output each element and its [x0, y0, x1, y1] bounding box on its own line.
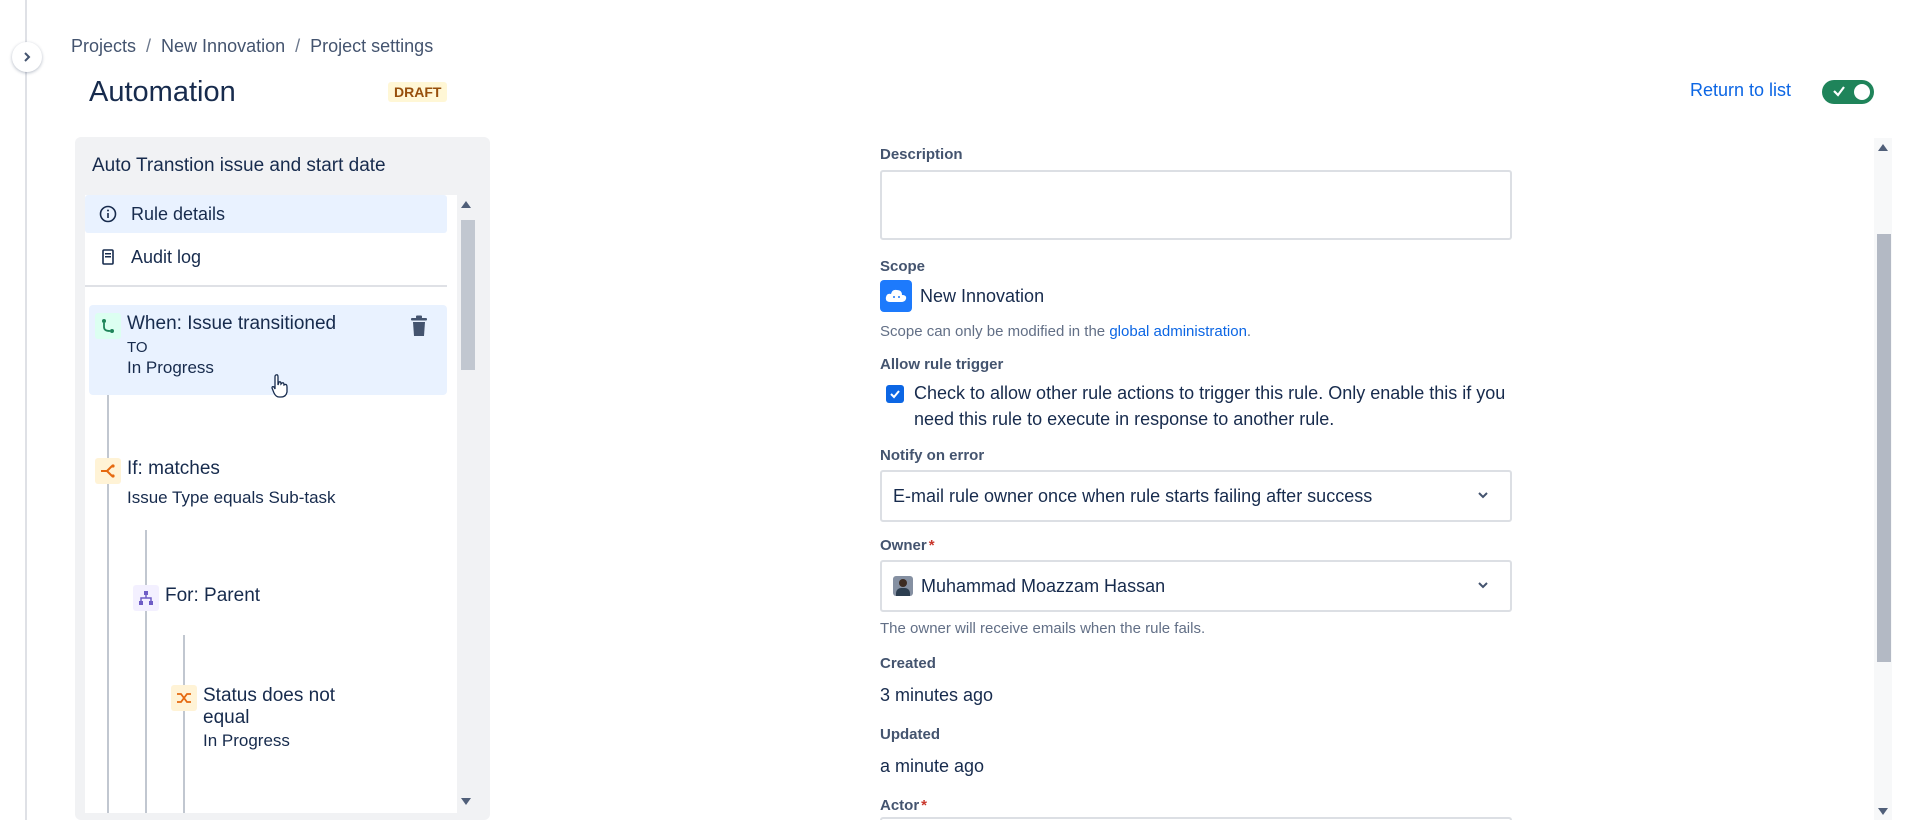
- breadcrumb: Projects / New Innovation / Project sett…: [71, 36, 433, 57]
- owner-label-text: Owner: [880, 537, 927, 554]
- panel-scrollbar[interactable]: [457, 195, 475, 813]
- owner-avatar: [893, 576, 913, 596]
- divider: [85, 285, 447, 287]
- toggle-knob: [1854, 84, 1870, 100]
- compare-step-title: Status does not equal: [203, 685, 336, 728]
- allow-trigger-text: Check to allow other rule actions to tri…: [914, 383, 1506, 429]
- scope-value-row: New Innovation: [880, 280, 1044, 312]
- allow-trigger-checkbox[interactable]: [886, 385, 904, 403]
- info-icon: [99, 205, 117, 223]
- compare-step[interactable]: Status does not equal In Progress: [203, 685, 383, 751]
- trigger-step-title: When: Issue transitioned: [127, 313, 337, 334]
- allow-trigger-row: Check to allow other rule actions to tri…: [886, 380, 1506, 432]
- draft-badge: DRAFT: [388, 82, 448, 102]
- required-indicator: *: [928, 537, 935, 554]
- trigger-icon: [95, 313, 121, 339]
- scope-value: New Innovation: [920, 285, 1045, 306]
- description-label: Description: [880, 146, 963, 163]
- rule-outline-panel: Auto Transtion issue and start date Rule…: [75, 137, 490, 820]
- nav-audit-log-label: Audit log: [131, 246, 202, 267]
- breadcrumb-separator: /: [146, 36, 152, 56]
- owner-value: Muhammad Moazzam Hassan: [921, 575, 1166, 596]
- scope-help-prefix: Scope can only be modified in the: [880, 323, 1106, 340]
- owner-select[interactable]: Muhammad Moazzam Hassan: [880, 560, 1512, 612]
- condition-step[interactable]: If: matches Issue Type equals Sub-task: [127, 458, 336, 508]
- rule-enabled-toggle[interactable]: [1822, 80, 1874, 104]
- compare-step-detail: In Progress: [203, 731, 290, 750]
- branch-step-title: For: Parent: [165, 585, 261, 606]
- trigger-step-status: In Progress: [127, 358, 214, 377]
- page-title: Automation: [89, 76, 236, 108]
- main-scrollbar[interactable]: [1874, 138, 1892, 820]
- description-field[interactable]: [880, 170, 1512, 240]
- scroll-up-arrow[interactable]: [461, 201, 471, 208]
- main-scroll-thumb[interactable]: [1877, 234, 1891, 662]
- scope-help-text: Scope can only be modified in the global…: [880, 323, 1251, 340]
- sidebar-rail: [25, 0, 27, 820]
- allow-trigger-label: Allow rule trigger: [880, 356, 1004, 373]
- breadcrumb-separator: /: [295, 36, 301, 56]
- nav-rule-details[interactable]: Rule details: [85, 195, 447, 233]
- scope-help-suffix: .: [1246, 323, 1252, 340]
- created-label: Created: [880, 655, 936, 672]
- check-icon: [890, 390, 900, 399]
- chevron-down-icon: [1478, 582, 1488, 589]
- mouse-pointer-icon: [271, 374, 288, 398]
- trigger-step[interactable]: When: Issue transitioned TO In Progress: [127, 313, 336, 378]
- scroll-down-arrow[interactable]: [461, 798, 471, 805]
- breadcrumb-project[interactable]: New Innovation: [161, 36, 285, 57]
- document-icon: [102, 249, 114, 265]
- required-indicator: *: [921, 797, 928, 814]
- actor-label: Actor *: [880, 797, 927, 814]
- panel-scroll-thumb[interactable]: [461, 220, 475, 370]
- actor-label-text: Actor: [880, 797, 920, 814]
- branch-step[interactable]: For: Parent: [165, 585, 260, 607]
- created-value: 3 minutes ago: [880, 685, 994, 705]
- trigger-step-to: TO: [127, 339, 148, 356]
- updated-value: a minute ago: [880, 756, 985, 776]
- nav-audit-log[interactable]: Audit log: [85, 238, 447, 276]
- breadcrumb-projects[interactable]: Projects: [71, 36, 136, 57]
- expand-sidebar-button[interactable]: [12, 42, 42, 72]
- flow-line: [145, 530, 147, 813]
- compare-icon: [171, 685, 197, 711]
- notify-on-error-value: E-mail rule owner once when rule starts …: [893, 485, 1373, 506]
- scroll-down-arrow[interactable]: [1878, 808, 1888, 815]
- branch-icon: [133, 585, 159, 611]
- owner-help-text: The owner will receive emails when the r…: [880, 620, 1206, 637]
- condition-icon: [95, 458, 121, 484]
- updated-label: Updated: [880, 726, 940, 743]
- breadcrumb-project-settings[interactable]: Project settings: [310, 36, 433, 57]
- nav-rule-details-label: Rule details: [131, 203, 226, 224]
- global-administration-link[interactable]: global administration: [1109, 323, 1247, 340]
- notify-on-error-select[interactable]: E-mail rule owner once when rule starts …: [880, 470, 1512, 522]
- project-avatar-icon: [880, 280, 912, 312]
- check-icon: [1833, 86, 1845, 97]
- chevron-down-icon: [1478, 492, 1488, 499]
- return-to-list-link[interactable]: Return to list: [1690, 80, 1791, 101]
- scroll-up-arrow[interactable]: [1878, 144, 1888, 151]
- flow-line: [183, 635, 185, 813]
- scope-label: Scope: [880, 258, 926, 275]
- owner-label: Owner *: [880, 537, 935, 554]
- rule-steps-list[interactable]: Rule details Audit log When: Issue trans…: [85, 195, 457, 813]
- trash-icon[interactable]: [409, 315, 429, 337]
- rule-name: Auto Transtion issue and start date: [92, 155, 386, 176]
- chevron-right-icon: [24, 52, 31, 62]
- notify-on-error-label: Notify on error: [880, 447, 985, 464]
- condition-step-detail: Issue Type equals Sub-task: [127, 488, 336, 507]
- condition-step-title: If: matches: [127, 458, 220, 479]
